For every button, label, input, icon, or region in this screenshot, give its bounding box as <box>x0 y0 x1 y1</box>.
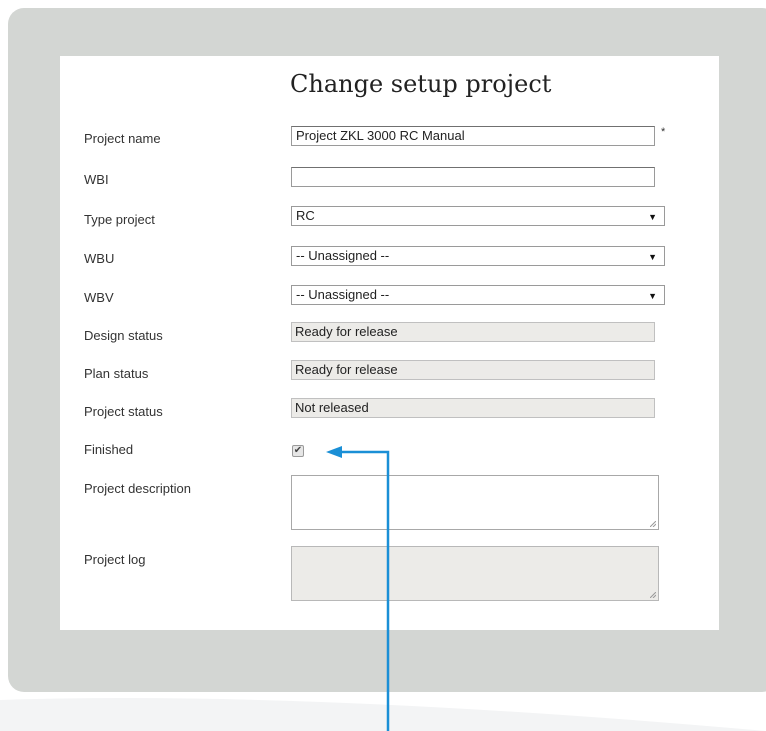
project-description-textarea[interactable] <box>291 475 659 530</box>
project-name-label: Project name <box>84 131 161 146</box>
required-marker: * <box>661 126 666 138</box>
plan-status-label: Plan status <box>84 366 149 381</box>
resize-grip-icon <box>650 592 656 598</box>
project-log-textarea <box>291 546 659 601</box>
chevron-down-icon[interactable]: ▼ <box>648 249 657 265</box>
plan-status-field: Ready for release <box>291 360 655 380</box>
wbu-label: WBU <box>84 251 115 266</box>
design-status-field: Ready for release <box>291 322 655 342</box>
wbu-select[interactable]: -- Unassigned -- ▼ <box>291 246 665 266</box>
type-project-value: RC <box>296 208 315 223</box>
wbv-value: -- Unassigned -- <box>296 287 390 302</box>
wbu-value: -- Unassigned -- <box>296 248 390 263</box>
project-status-label: Project status <box>84 404 163 419</box>
wbv-label: WBV <box>84 290 114 305</box>
type-project-select[interactable]: RC ▼ <box>291 206 665 226</box>
resize-grip-icon[interactable] <box>650 521 656 527</box>
wbi-label: WBI <box>84 172 109 187</box>
project-status-field: Not released <box>291 398 655 418</box>
project-description-label: Project description <box>84 481 191 496</box>
type-project-label: Type project <box>84 212 155 227</box>
finished-checkbox[interactable]: ✔ <box>292 445 304 457</box>
project-log-label: Project log <box>84 552 146 567</box>
finished-label: Finished <box>84 442 134 457</box>
wbv-select[interactable]: -- Unassigned -- ▼ <box>291 285 665 305</box>
wbi-input[interactable] <box>291 167 655 187</box>
page-title: Change setup project <box>290 70 552 98</box>
design-status-label: Design status <box>84 328 163 343</box>
project-name-input[interactable]: Project ZKL 3000 RC Manual <box>291 126 655 146</box>
chevron-down-icon[interactable]: ▼ <box>648 209 657 225</box>
chevron-down-icon[interactable]: ▼ <box>648 288 657 304</box>
